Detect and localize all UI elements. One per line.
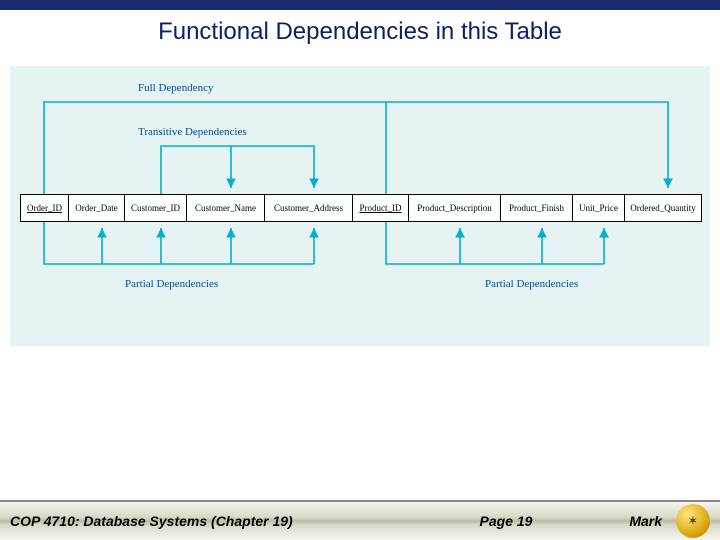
attr-unit-price: Unit_Price bbox=[573, 195, 625, 221]
footer-page: Page 19 bbox=[383, 513, 630, 529]
slide-footer: COP 4710: Database Systems (Chapter 19) … bbox=[0, 500, 720, 540]
label-transitive-dependency: Transitive Dependencies bbox=[138, 126, 247, 138]
label-full-dependency: Full Dependency bbox=[138, 82, 213, 94]
dependency-diagram: Full Dependency Transitive Dependencies … bbox=[10, 66, 710, 346]
attr-order-date: Order_Date bbox=[69, 195, 125, 221]
attr-order-id: Order_ID bbox=[21, 195, 69, 221]
arrow-transitive-dependency bbox=[161, 146, 314, 194]
arrow-full-dependency bbox=[44, 102, 668, 194]
slide-title: Functional Dependencies in this Table bbox=[0, 10, 720, 56]
label-partial-dependency-right: Partial Dependencies bbox=[485, 278, 578, 290]
footer-author: Mark bbox=[629, 513, 662, 529]
slide-top-bar bbox=[0, 0, 720, 10]
footer-course: COP 4710: Database Systems (Chapter 19) bbox=[10, 513, 293, 529]
attr-ordered-quantity: Ordered_Quantity bbox=[625, 195, 701, 221]
attribute-row: Order_ID Order_Date Customer_ID Customer… bbox=[20, 194, 702, 222]
attr-customer-name: Customer_Name bbox=[187, 195, 265, 221]
ucf-logo-icon: ✶ bbox=[676, 504, 710, 538]
attr-product-id: Product_ID bbox=[353, 195, 409, 221]
attr-product-description: Product_Description bbox=[409, 195, 501, 221]
arrow-partial-left bbox=[44, 222, 314, 264]
attr-product-finish: Product_Finish bbox=[501, 195, 573, 221]
attr-customer-address: Customer_Address bbox=[265, 195, 353, 221]
attr-customer-id: Customer_ID bbox=[125, 195, 187, 221]
arrow-partial-right bbox=[386, 222, 604, 264]
label-partial-dependency-left: Partial Dependencies bbox=[125, 278, 218, 290]
